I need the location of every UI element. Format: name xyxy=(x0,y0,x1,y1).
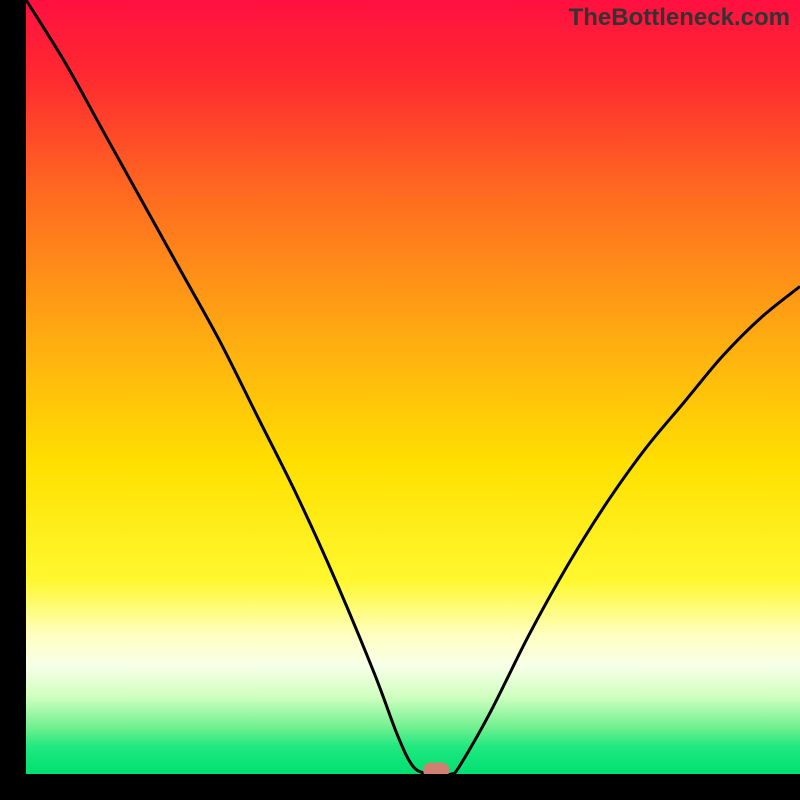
left-border xyxy=(0,0,26,800)
watermark-text: TheBottleneck.com xyxy=(569,4,790,32)
plot-background xyxy=(26,0,800,774)
bottom-border xyxy=(0,774,800,800)
chart-svg xyxy=(0,0,800,800)
chart-container: TheBottleneck.com xyxy=(0,0,800,800)
